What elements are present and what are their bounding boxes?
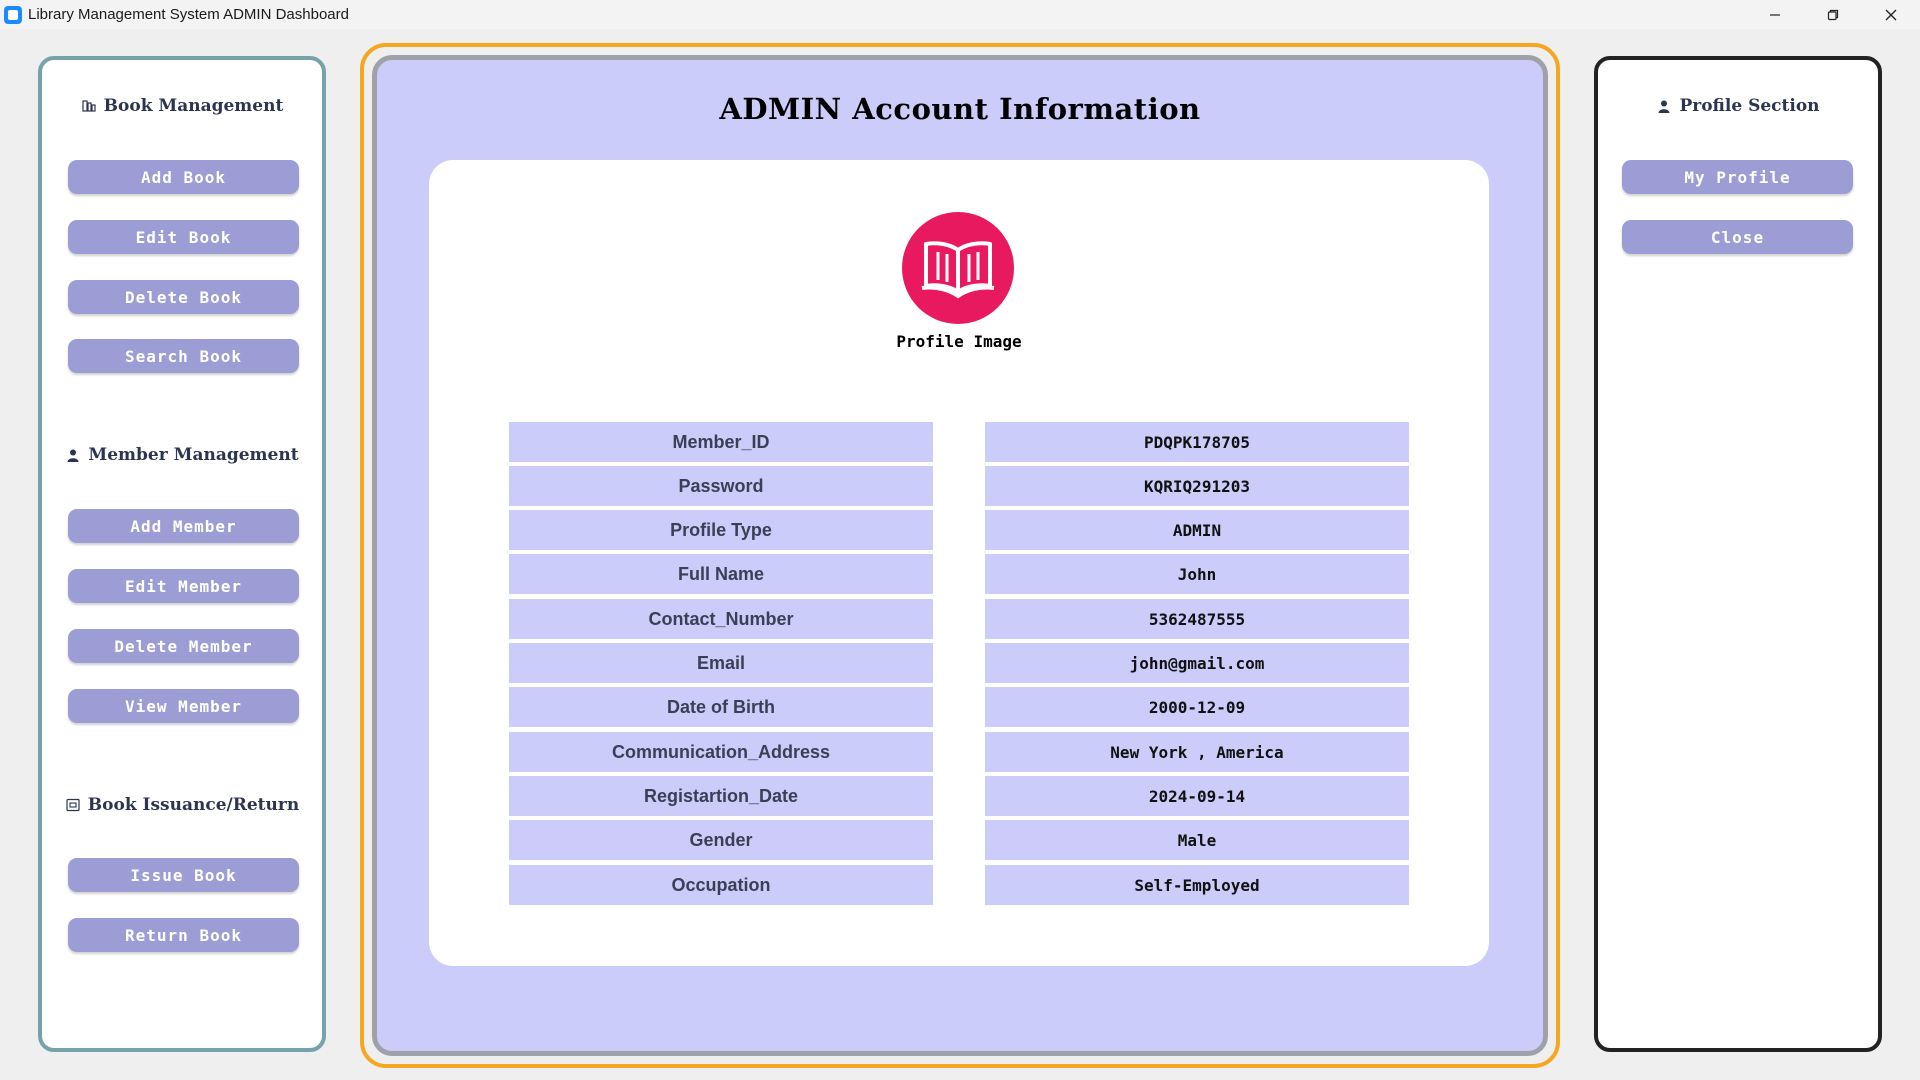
minimize-icon[interactable] — [1746, 0, 1804, 29]
window-controls — [1746, 0, 1920, 29]
edit-member-button[interactable]: Edit Member — [68, 569, 299, 603]
field-label: Member_ID — [509, 422, 933, 462]
field-label: Password — [509, 466, 933, 506]
right-sidebar: Profile Section My Profile Close — [1594, 56, 1882, 1052]
person-icon — [65, 447, 81, 463]
info-row: Profile Type ADMIN — [509, 510, 1409, 550]
field-value: KQRIQ291203 — [985, 466, 1409, 506]
info-row: Password KQRIQ291203 — [509, 466, 1409, 506]
open-book-icon — [921, 241, 995, 299]
page-title: ADMIN Account Information — [719, 92, 1201, 126]
info-row: Communication_Address New York , America — [509, 732, 1409, 772]
delete-member-button[interactable]: Delete Member — [68, 629, 299, 663]
field-value: PDQPK178705 — [985, 422, 1409, 462]
profile-section-heading: Profile Section — [1598, 96, 1878, 116]
main-content: ADMIN Account Information Profile Image … — [372, 55, 1548, 1056]
field-value: Male — [985, 820, 1409, 860]
window-titlebar: Library Management System ADMIN Dashboar… — [0, 0, 1920, 29]
field-label: Registartion_Date — [509, 776, 933, 816]
field-label: Email — [509, 643, 933, 683]
ledger-icon — [65, 797, 81, 813]
issue-book-button[interactable]: Issue Book — [68, 858, 299, 892]
info-row: Member_ID PDQPK178705 — [509, 422, 1409, 462]
delete-book-button[interactable]: Delete Book — [68, 280, 299, 314]
app-icon — [4, 5, 22, 24]
window-title: Library Management System ADMIN Dashboar… — [28, 6, 349, 23]
field-value: John — [985, 554, 1409, 594]
field-label: Gender — [509, 820, 933, 860]
field-value: Self-Employed — [985, 865, 1409, 905]
search-book-button[interactable]: Search Book — [68, 339, 299, 373]
person-icon — [1656, 98, 1672, 114]
info-row: Contact_Number 5362487555 — [509, 599, 1409, 639]
member-management-heading-text: Member Management — [88, 445, 299, 465]
add-book-button[interactable]: Add Book — [68, 160, 299, 194]
book-management-heading-text: Book Management — [103, 96, 284, 116]
field-value: john@gmail.com — [985, 643, 1409, 683]
member-management-heading: Member Management — [42, 445, 322, 465]
profile-image-label: Profile Image — [896, 332, 1022, 351]
profile-image — [902, 212, 1014, 324]
main-content-frame: ADMIN Account Information Profile Image … — [360, 43, 1560, 1068]
account-info-card: Profile Image Member_ID PDQPK178705 Pass… — [429, 160, 1489, 966]
field-value: 2024-09-14 — [985, 776, 1409, 816]
field-label: Profile Type — [509, 510, 933, 550]
restore-icon[interactable] — [1804, 0, 1862, 29]
info-row: Gender Male — [509, 820, 1409, 860]
view-member-button[interactable]: View Member — [68, 689, 299, 723]
field-value: New York , America — [985, 732, 1409, 772]
close-icon[interactable] — [1862, 0, 1920, 29]
my-profile-button[interactable]: My Profile — [1622, 160, 1853, 194]
books-icon — [81, 98, 97, 114]
field-label: Contact_Number — [509, 599, 933, 639]
add-member-button[interactable]: Add Member — [68, 509, 299, 543]
issuance-heading-text: Book Issuance/Return — [87, 795, 300, 815]
field-label: Date of Birth — [509, 687, 933, 727]
field-value: 2000-12-09 — [985, 687, 1409, 727]
info-row: Occupation Self-Employed — [509, 865, 1409, 905]
field-label: Occupation — [509, 865, 933, 905]
profile-section-heading-text: Profile Section — [1679, 96, 1820, 116]
left-sidebar: Book Management Add Book Edit Book Delet… — [38, 56, 326, 1052]
info-row: Date of Birth 2000-12-09 — [509, 687, 1409, 727]
info-row: Full Name John — [509, 554, 1409, 594]
edit-book-button[interactable]: Edit Book — [68, 220, 299, 254]
field-value: 5362487555 — [985, 599, 1409, 639]
info-row: Email john@gmail.com — [509, 643, 1409, 683]
book-management-heading: Book Management — [42, 96, 322, 116]
field-label: Full Name — [509, 554, 933, 594]
field-label: Communication_Address — [509, 732, 933, 772]
info-row: Registartion_Date 2024-09-14 — [509, 776, 1409, 816]
issuance-heading: Book Issuance/Return — [42, 795, 322, 815]
close-button[interactable]: Close — [1622, 220, 1853, 254]
field-value: ADMIN — [985, 510, 1409, 550]
return-book-button[interactable]: Return Book — [68, 918, 299, 952]
